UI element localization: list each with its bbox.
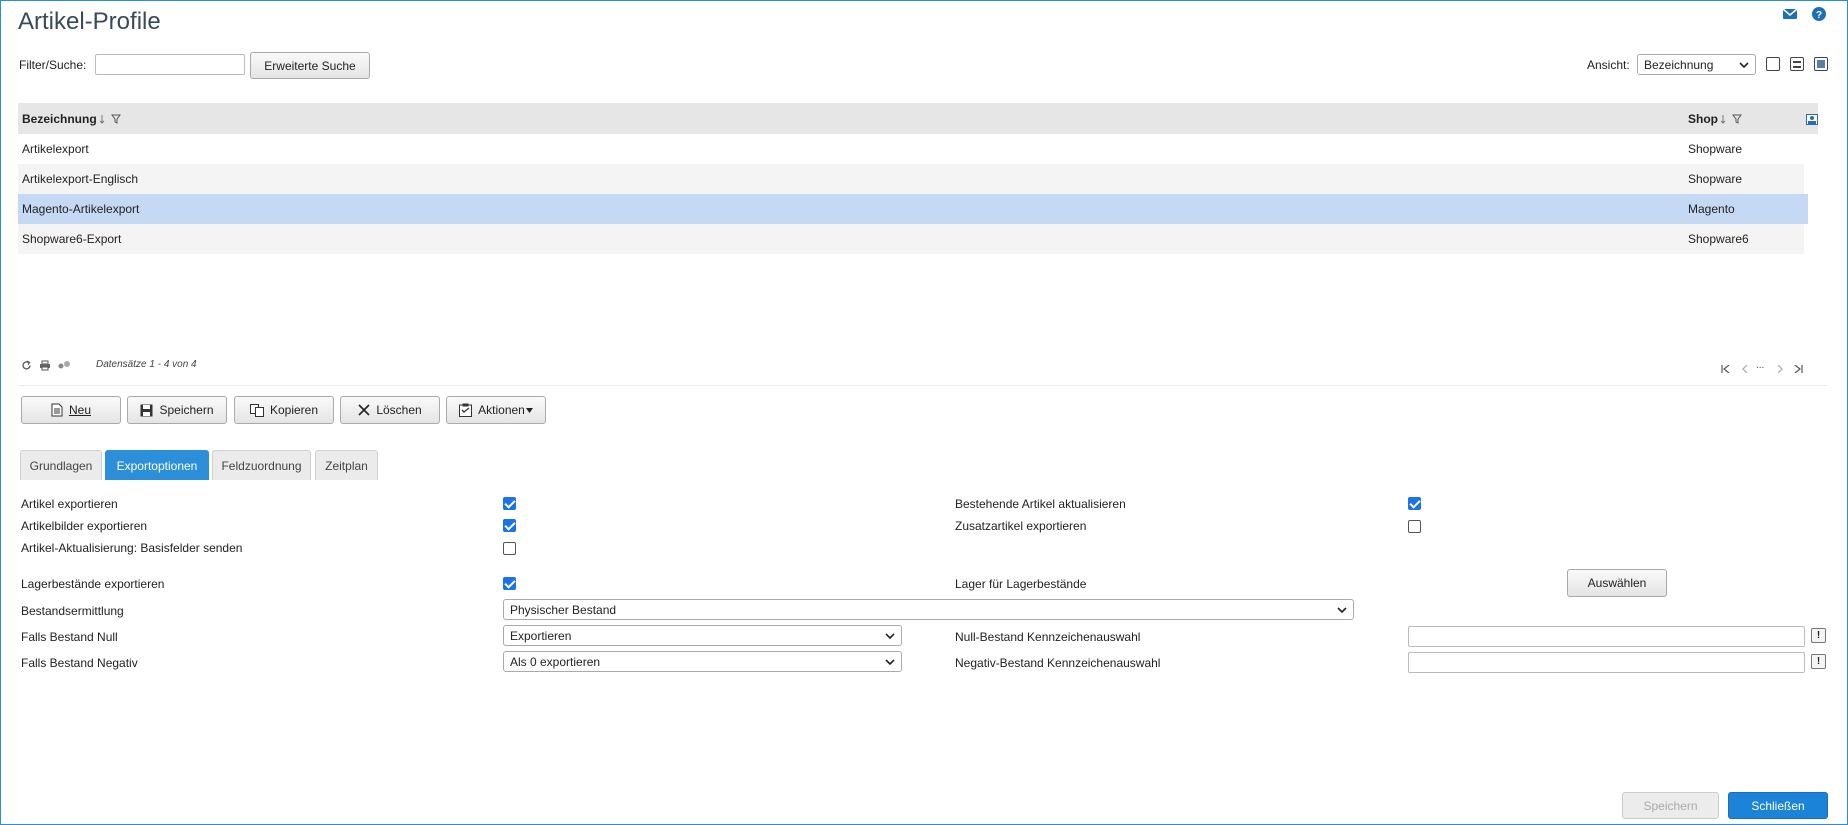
help-icon[interactable]: ?	[1811, 6, 1827, 22]
tab-grundlagen[interactable]: Grundlagen	[20, 450, 102, 480]
footer-save-button[interactable]: Speichern	[1622, 792, 1719, 819]
label-basisfelder-senden: Artikel-Aktualisierung: Basisfelder send…	[21, 541, 243, 555]
select-falls-bestand-negativ[interactable]: Als 0 exportieren	[503, 651, 902, 672]
label-bestandsermittlung: Bestandsermittlung	[21, 604, 124, 618]
refresh-icon[interactable]	[21, 359, 32, 374]
label-falls-bestand-null: Falls Bestand Null	[21, 630, 118, 644]
select-bestandsermittlung[interactable]: Physischer Bestand	[503, 599, 1354, 620]
input-null-bestand-kennzeichen[interactable]	[1408, 626, 1805, 647]
delete-button[interactable]: Löschen	[340, 396, 440, 424]
checkbox-zusatzartikel-exportieren[interactable]	[1408, 520, 1421, 533]
sort-icon[interactable]	[99, 114, 108, 124]
save-button[interactable]: Speichern	[127, 396, 227, 424]
chevron-down-icon	[1337, 606, 1347, 613]
chevron-down-icon	[885, 632, 895, 639]
export-icon[interactable]	[57, 359, 71, 374]
caret-down-icon	[525, 407, 533, 413]
checkbox-artikel-exportieren[interactable]	[503, 497, 516, 510]
close-icon	[358, 404, 370, 416]
page-title: Artikel-Profile	[18, 8, 161, 35]
filter-icon[interactable]	[110, 114, 121, 124]
checkbox-artikelbilder-exportieren[interactable]	[503, 519, 516, 532]
checkbox-basisfelder-senden[interactable]	[503, 542, 516, 555]
view-split-icon[interactable]	[1790, 57, 1804, 71]
filter-icon[interactable]	[1732, 114, 1742, 124]
label-lager-fuer-lagerbestaende: Lager für Lagerbestände	[955, 577, 1087, 591]
chevron-down-icon	[885, 658, 895, 665]
select-falls-bestand-null[interactable]: Exportieren	[503, 625, 902, 646]
pager-prev-icon[interactable]	[1742, 361, 1748, 376]
column-header-shop[interactable]: Shop	[1688, 112, 1742, 126]
checkbox-bestehende-aktualisieren[interactable]	[1408, 497, 1421, 510]
tab-exportoptionen[interactable]: Exportoptionen	[105, 450, 209, 480]
label-bestehende-aktualisieren: Bestehende Artikel aktualisieren	[955, 497, 1126, 511]
actions-button[interactable]: Aktionen	[446, 396, 546, 424]
table-row[interactable]: Artikelexport-Englisch Shopware	[18, 164, 1804, 194]
sort-icon[interactable]	[1721, 114, 1729, 124]
divider	[18, 385, 1828, 386]
mail-icon[interactable]	[1782, 6, 1798, 22]
negativ-kennzeichen-picker-button[interactable]: !	[1811, 654, 1826, 669]
label-falls-bestand-negativ: Falls Bestand Negativ	[21, 656, 138, 670]
copy-icon	[249, 403, 264, 417]
clipboard-icon	[459, 403, 473, 417]
input-negativ-bestand-kennzeichen[interactable]	[1408, 652, 1805, 673]
table-row-selected[interactable]: Magento-Artikelexport Magento	[18, 194, 1808, 224]
view-label: Ansicht:	[1587, 58, 1630, 72]
close-button[interactable]: Schließen	[1728, 792, 1828, 819]
tab-feldzuordnung[interactable]: Feldzuordnung	[212, 450, 311, 480]
pager-next-icon[interactable]	[1777, 361, 1783, 376]
label-lagerbestaende-exportieren: Lagerbestände exportieren	[21, 577, 165, 591]
table-row[interactable]: Artikelexport Shopware	[18, 134, 1804, 164]
advanced-search-button[interactable]: Erweiterte Suche	[250, 52, 370, 79]
label-negativ-bestand-kennzeichen: Negativ-Bestand Kennzeichenauswahl	[955, 656, 1161, 670]
label-zusatzartikel-exportieren: Zusatzartikel exportieren	[955, 519, 1087, 533]
view-full-icon[interactable]	[1814, 57, 1828, 71]
label-artikelbilder-exportieren: Artikelbilder exportieren	[21, 519, 148, 533]
grid-header: Bezeichnung Shop	[18, 103, 1818, 134]
svg-text:?: ?	[1816, 10, 1822, 21]
new-button[interactable]: Neu	[21, 396, 121, 424]
column-settings-icon[interactable]	[1806, 113, 1818, 128]
label-null-bestand-kennzeichen: Null-Bestand Kennzeichenauswahl	[955, 630, 1141, 644]
tab-zeitplan[interactable]: Zeitplan	[315, 450, 378, 480]
column-header-bezeichnung[interactable]: Bezeichnung	[22, 112, 121, 126]
select-warehouse-button[interactable]: Auswählen	[1567, 569, 1667, 597]
record-info: Datensätze 1 - 4 von 4	[96, 359, 197, 370]
filter-input[interactable]	[95, 54, 245, 75]
pager-last-icon[interactable]	[1794, 361, 1803, 376]
save-icon	[140, 404, 153, 416]
view-single-icon[interactable]	[1766, 57, 1780, 71]
view-select[interactable]: Bezeichnung	[1637, 54, 1756, 75]
print-icon[interactable]	[39, 359, 51, 374]
table-row[interactable]: Shopware6-Export Shopware6	[18, 224, 1804, 254]
pager-ellipsis: ...	[1756, 360, 1765, 371]
filter-label: Filter/Suche:	[19, 58, 87, 72]
checkbox-lagerbestaende-exportieren[interactable]	[503, 577, 516, 590]
label-artikel-exportieren: Artikel exportieren	[21, 497, 118, 511]
document-icon	[51, 403, 63, 417]
copy-button[interactable]: Kopieren	[234, 396, 334, 424]
null-kennzeichen-picker-button[interactable]: !	[1811, 628, 1826, 643]
chevron-down-icon	[1739, 61, 1749, 68]
pager-first-icon[interactable]	[1721, 361, 1730, 376]
